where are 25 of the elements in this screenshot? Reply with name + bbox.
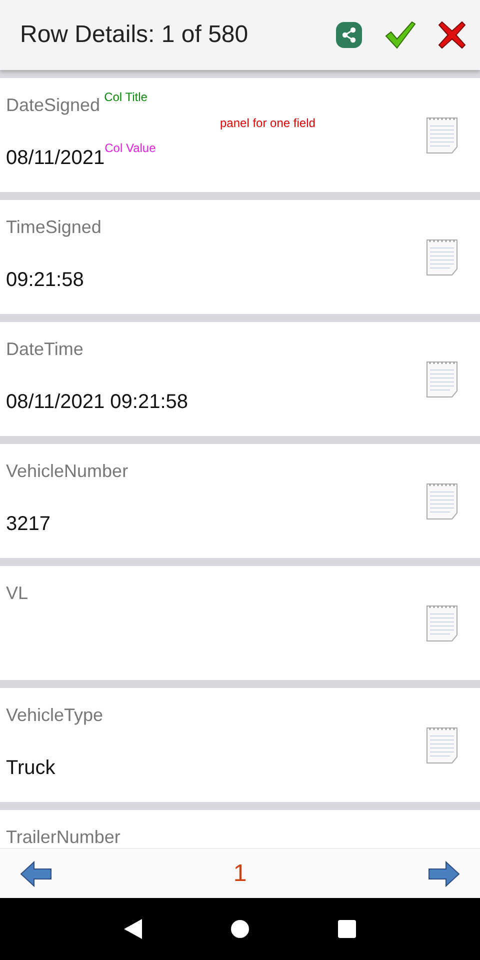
close-button[interactable] (438, 21, 466, 49)
field-value: 08/11/2021 (6, 147, 105, 169)
home-icon[interactable] (230, 920, 249, 938)
recents-icon[interactable] (338, 920, 356, 938)
field-value: Truck (6, 757, 56, 779)
field-title: TimeSigned (6, 217, 102, 237)
field-value: 09:21:58 (6, 269, 84, 291)
previous-arrow-button[interactable] (20, 860, 52, 886)
next-arrow-button[interactable] (428, 860, 460, 886)
field-title: TrailerNumber (6, 827, 120, 847)
annotation-label: Col Value (104, 141, 156, 155)
field-value: 3217 (6, 513, 50, 535)
field-title: DateSigned (6, 95, 100, 115)
field-title: DateTime (6, 339, 84, 359)
field-value: 08/11/2021 09:21:58 (6, 391, 188, 413)
confirm-button[interactable] (384, 20, 416, 50)
annotation-label: Col Title (104, 90, 148, 104)
field-title: VehicleType (6, 705, 104, 725)
page-number: 1 (233, 858, 247, 888)
annotation-label: panel for one field (220, 115, 316, 132)
back-icon[interactable] (124, 919, 142, 939)
field-title: VehicleNumber (6, 461, 128, 481)
field-title: VL (6, 583, 28, 603)
screen-title: Row Details: 1 of 580 (20, 20, 250, 50)
share-button[interactable] (336, 22, 362, 48)
